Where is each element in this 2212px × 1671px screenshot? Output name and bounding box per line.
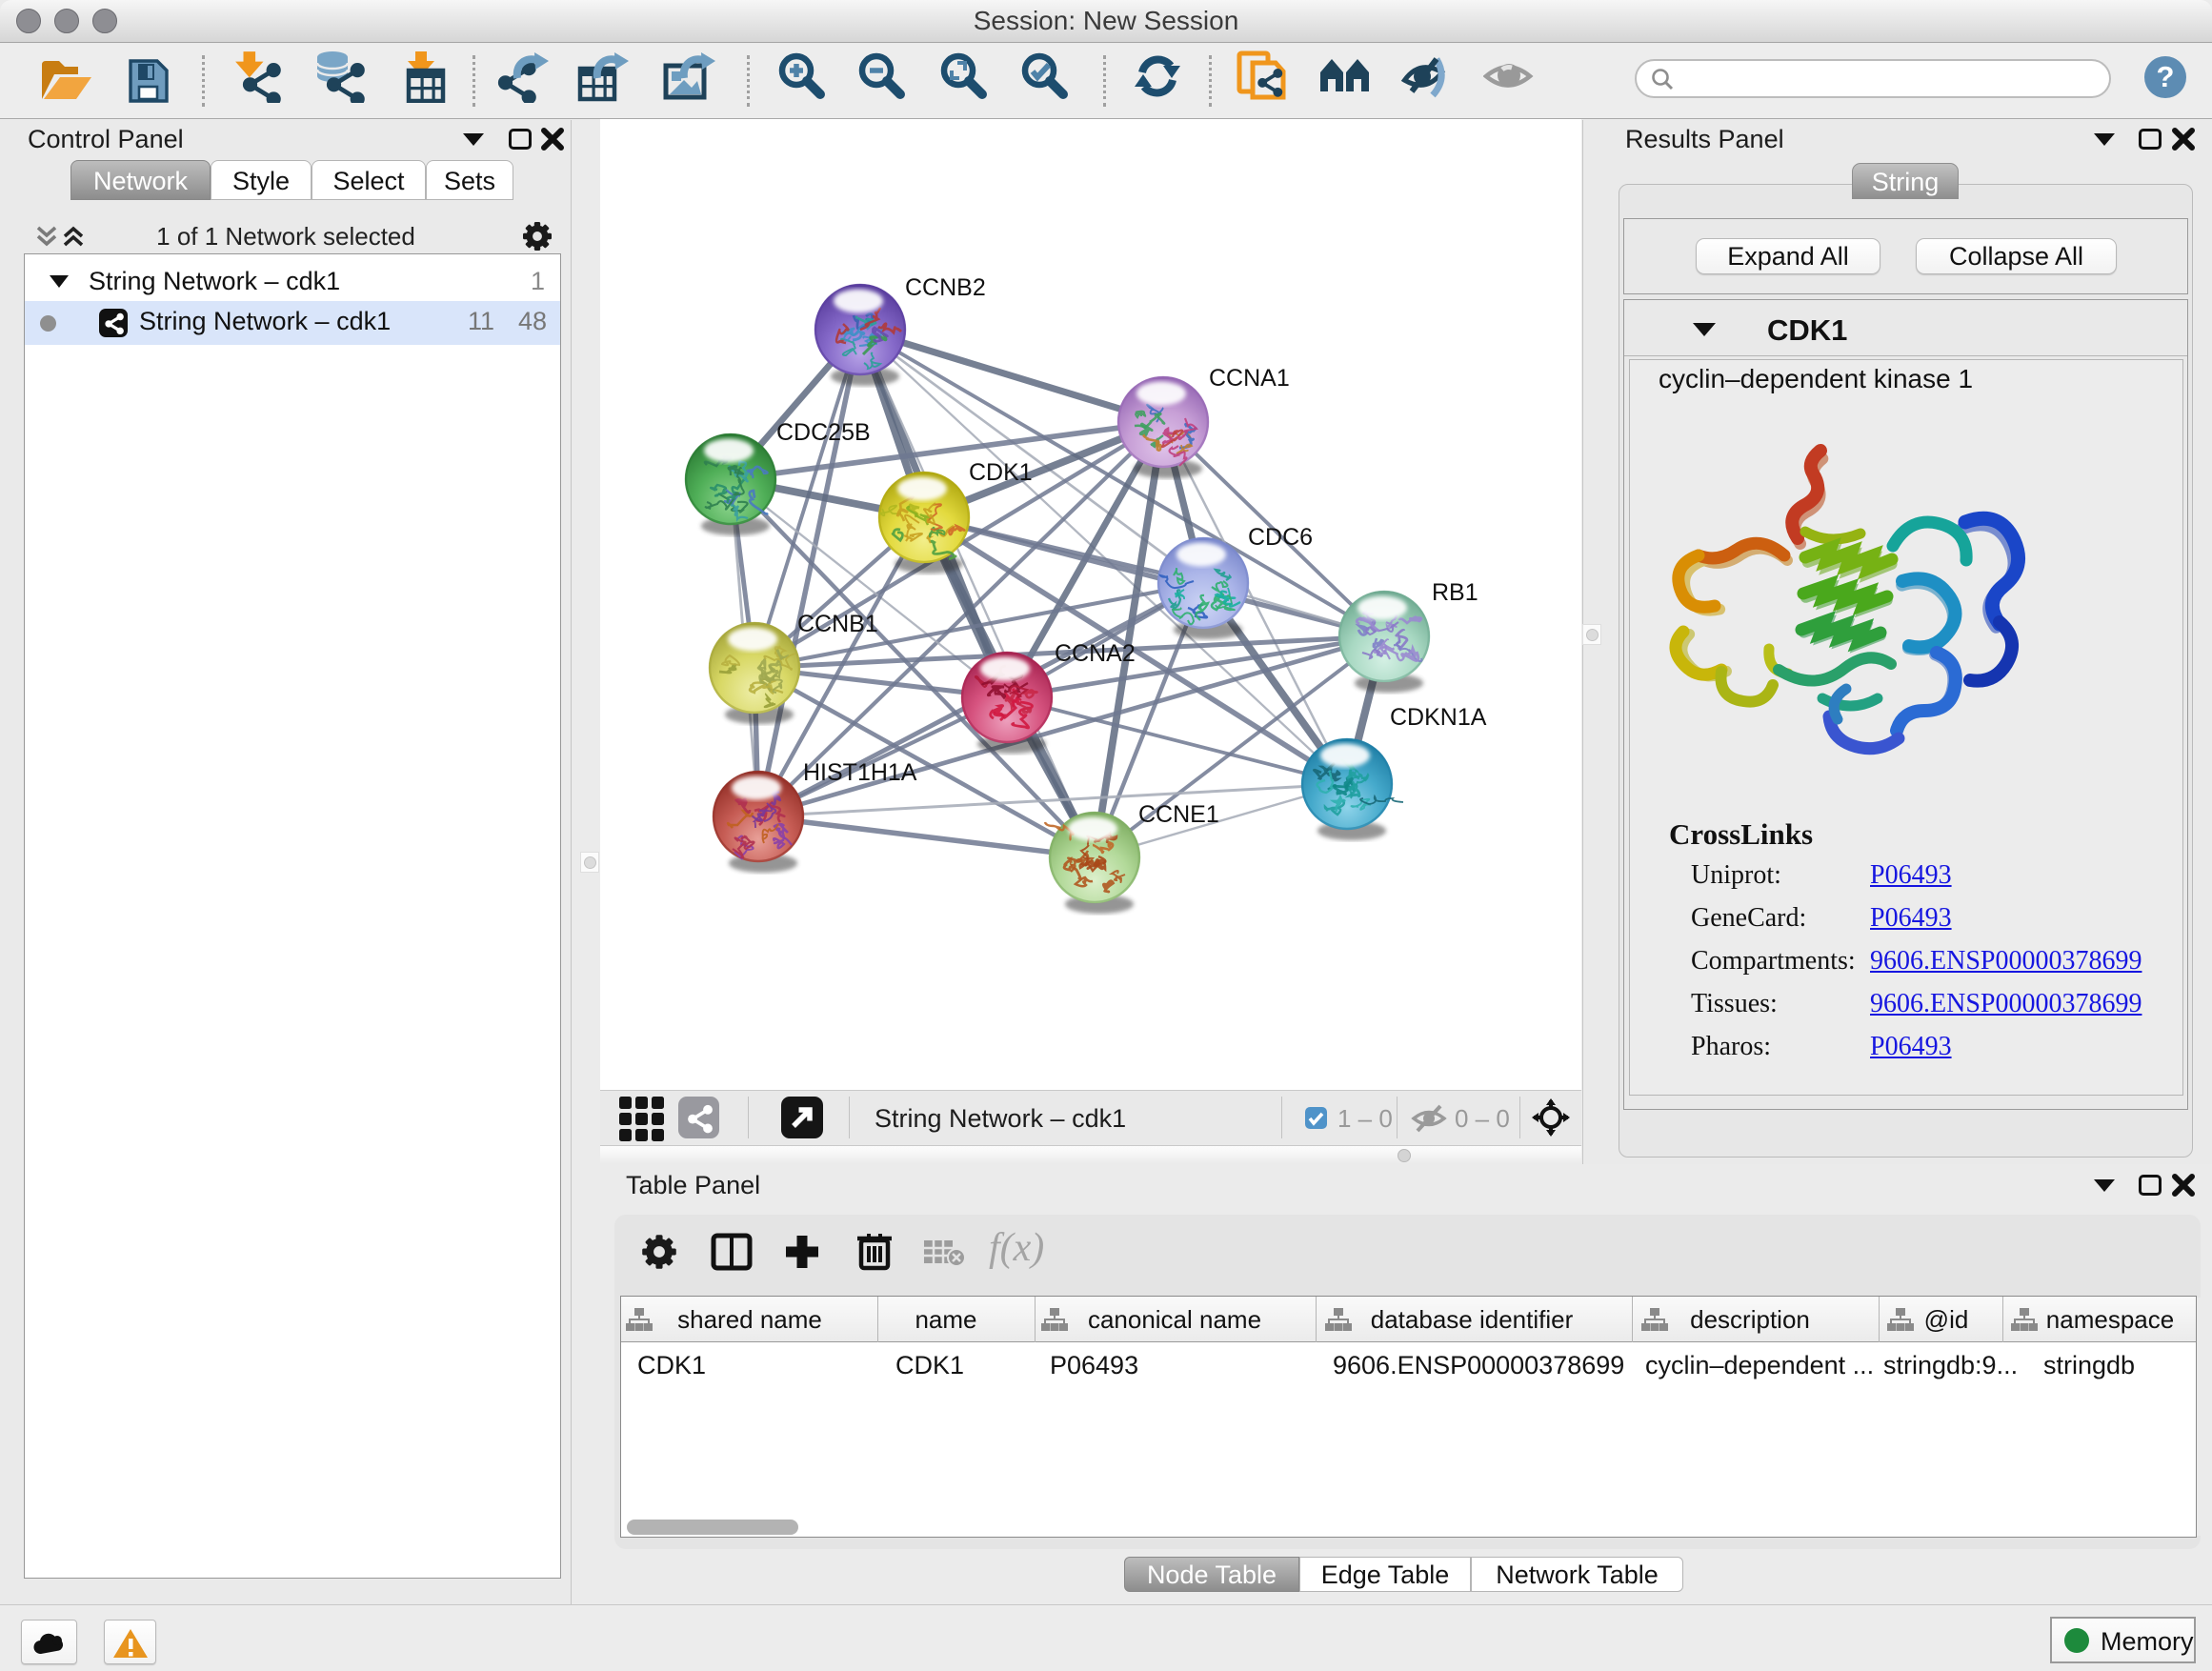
svg-text:RB1: RB1	[1432, 579, 1478, 606]
svg-text:CDKN1A: CDKN1A	[1390, 704, 1487, 731]
svg-text:HIST1H1A: HIST1H1A	[803, 759, 917, 786]
svg-text:CDC25B: CDC25B	[776, 419, 871, 446]
svg-text:CDK1: CDK1	[969, 459, 1033, 486]
svg-text:CDC6: CDC6	[1248, 524, 1313, 551]
svg-text:CCNE1: CCNE1	[1138, 801, 1219, 828]
svg-text:CCNA1: CCNA1	[1209, 365, 1290, 392]
svg-text:CCNA2: CCNA2	[1055, 640, 1136, 667]
svg-text:CCNB2: CCNB2	[905, 274, 986, 301]
svg-text:CCNB1: CCNB1	[797, 611, 878, 637]
